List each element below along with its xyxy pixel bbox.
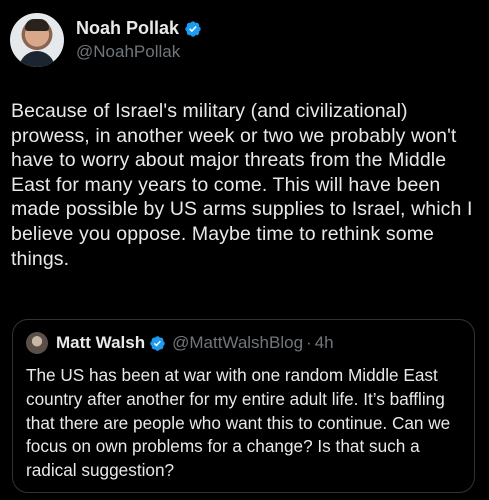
quoted-tweet[interactable]: Matt Walsh @MattWalshBlog · 4h The US ha…: [12, 319, 475, 493]
quoted-avatar: [26, 332, 48, 354]
avatar[interactable]: [10, 13, 64, 67]
quoted-tweet-header: Matt Walsh @MattWalshBlog · 4h: [26, 332, 334, 354]
display-name-row: Noah Pollak: [76, 18, 202, 40]
quoted-verified-badge-icon: [150, 335, 165, 351]
author-handle[interactable]: @NoahPollak: [76, 42, 202, 62]
quoted-display-name: Matt Walsh: [56, 333, 146, 352]
author-info: Noah Pollak @NoahPollak: [76, 18, 202, 62]
tweet-card: Noah Pollak @NoahPollak Because of Israe…: [0, 0, 489, 500]
quoted-tweet-text: The US has been at war with one random M…: [26, 365, 451, 481]
quoted-timestamp: 4h: [314, 333, 334, 352]
verified-badge-icon: [185, 21, 201, 37]
quoted-handle: @MattWalshBlog: [172, 333, 304, 352]
avatar-hair: [25, 19, 49, 31]
avatar-shirt: [19, 51, 55, 67]
tweet-header: Noah Pollak @NoahPollak: [10, 12, 202, 68]
tweet-text: Because of Israel's military (and civili…: [11, 100, 473, 270]
author-display-name[interactable]: Noah Pollak: [76, 18, 179, 40]
quoted-separator: ·: [306, 333, 312, 352]
